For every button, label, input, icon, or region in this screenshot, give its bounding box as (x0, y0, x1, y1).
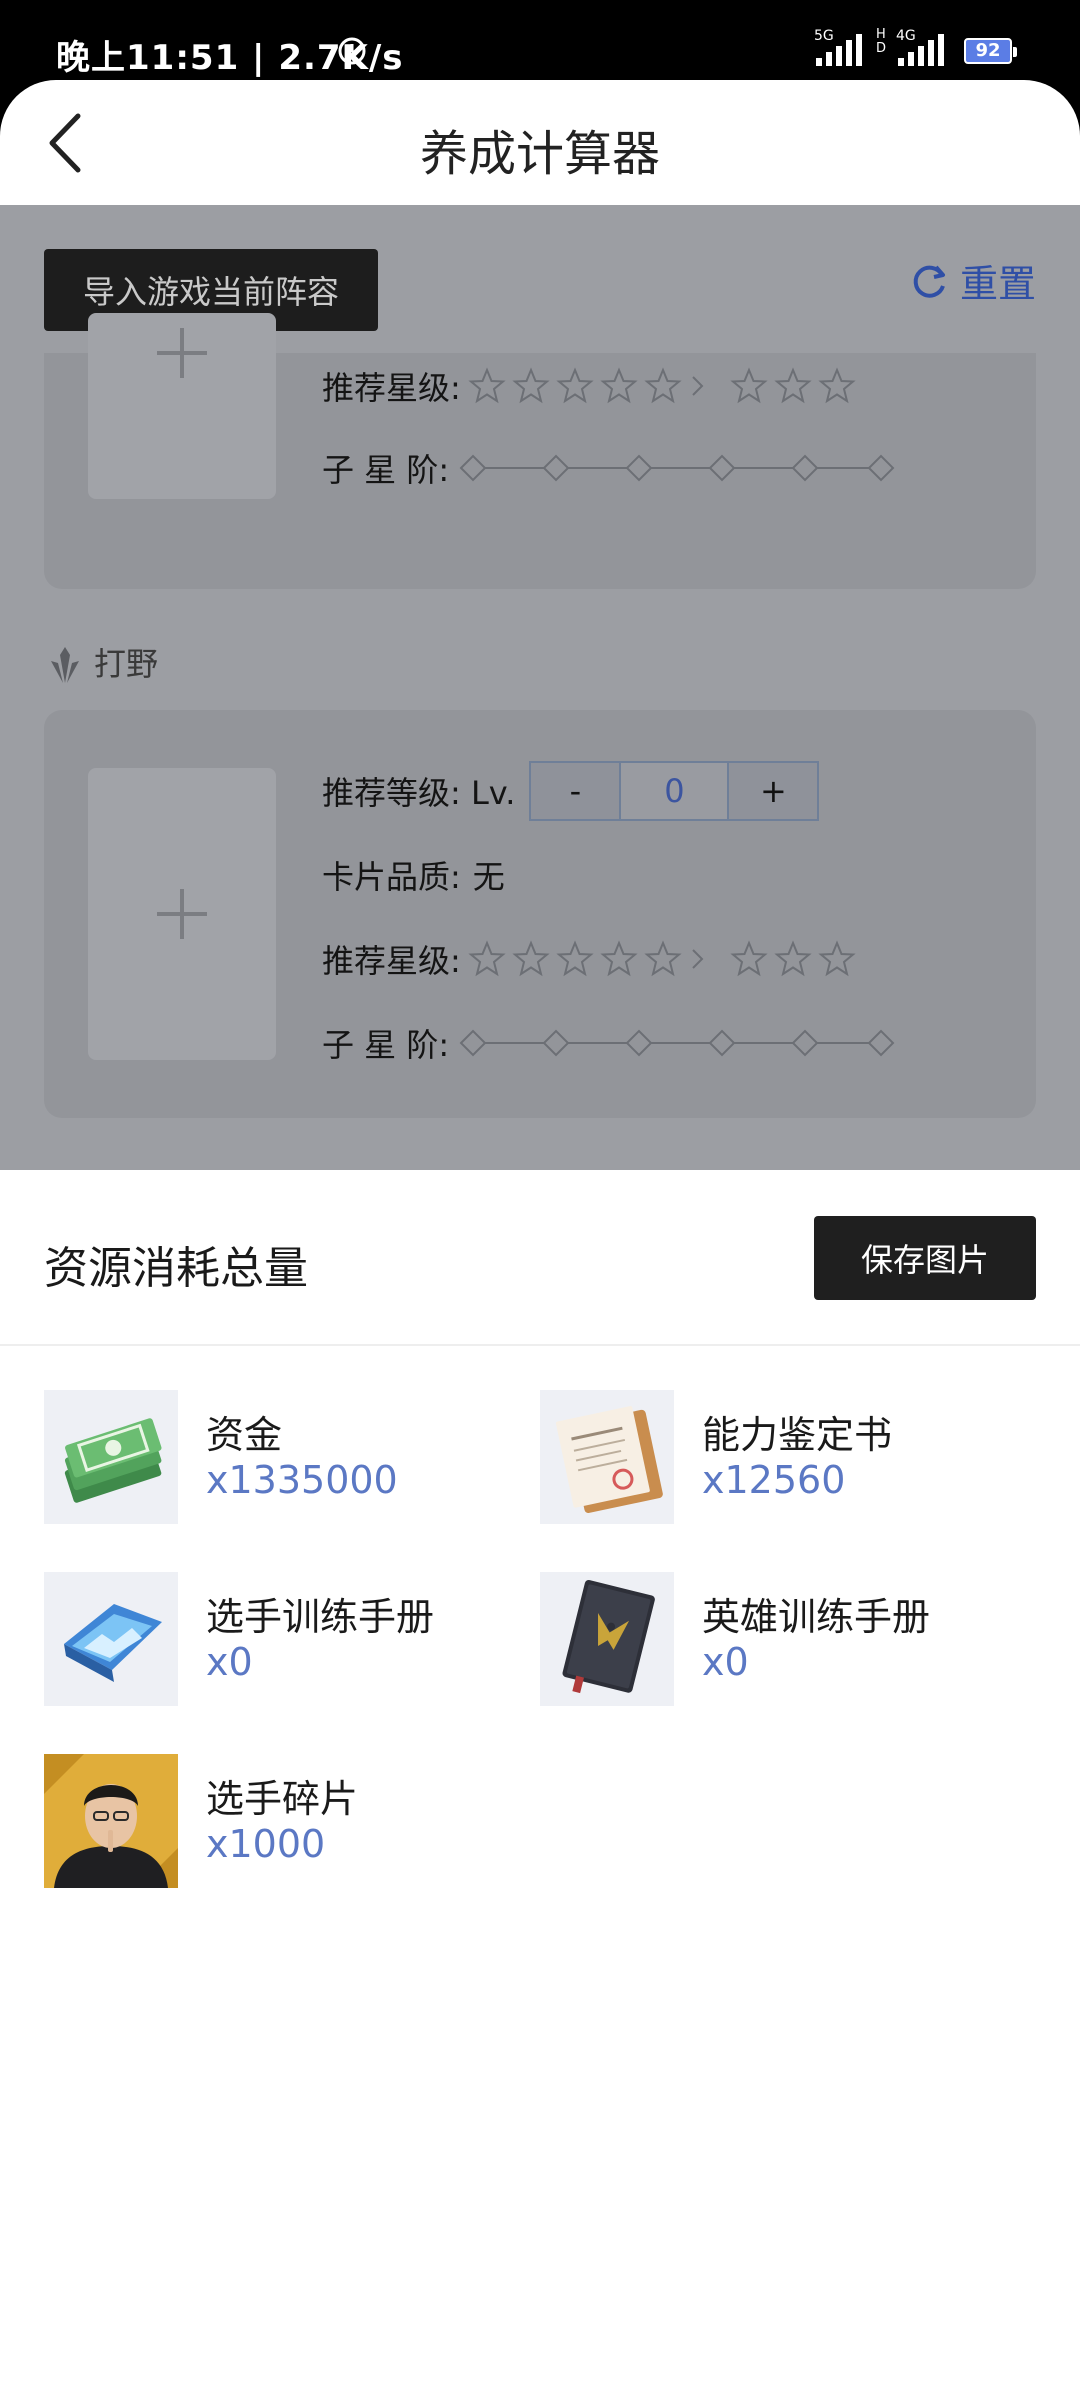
level-input[interactable]: 0 (621, 763, 728, 819)
resource-summary-sheet: 资源消耗总量 保存图片 资金 x1335000 能力鉴定书 x12560 选手训… (0, 1170, 1080, 2400)
chevron-right-icon (692, 376, 704, 396)
resource-item: 资金 x1335000 (44, 1390, 524, 1524)
sub-star-diamond-chain[interactable] (457, 1023, 897, 1063)
network-hd-label: HD (876, 27, 887, 56)
sub-star-diamond-chain[interactable] (457, 448, 897, 488)
resource-item: 选手碎片 x1000 (44, 1754, 524, 1888)
sub-star-label: 子 星 阶: (322, 1026, 450, 1064)
certificate-icon (540, 1390, 674, 1524)
star-row: 推荐星级: (322, 934, 861, 984)
calculator-area: 导入游戏当前阵容 重置 推荐星级: 子 星 阶: 打野 推荐等级: Lv. - … (0, 205, 1080, 1170)
sheet-title: 资源消耗总量 (44, 1243, 308, 1294)
resource-item: 选手训练手册 x0 (44, 1572, 524, 1706)
level-stepper: - 0 + (529, 761, 820, 821)
save-image-button[interactable]: 保存图片 (814, 1216, 1036, 1300)
resource-name: 选手训练手册 (206, 1595, 435, 1639)
level-row: 推荐等级: Lv. - 0 + (322, 761, 820, 821)
add-player-slot[interactable] (88, 313, 276, 499)
resource-item: 能力鉴定书 x12560 (540, 1390, 1020, 1524)
sub-star-row: 子 星 阶: (322, 1018, 897, 1068)
star-selector[interactable] (467, 366, 861, 406)
network-4g-label: 4G (896, 28, 916, 44)
network-5g-label: 5G (814, 28, 834, 44)
reset-label: 重置 (959, 262, 1036, 306)
star-icon[interactable] (555, 366, 595, 406)
star-icon[interactable] (817, 939, 857, 979)
star-icon[interactable] (773, 366, 813, 406)
refresh-icon (913, 265, 945, 298)
jungle-role-icon (51, 647, 79, 683)
resource-name: 资金 (206, 1413, 283, 1457)
star-icon[interactable] (511, 366, 551, 406)
star-icon[interactable] (773, 939, 813, 979)
page-title: 养成计算器 (419, 126, 660, 182)
quality-value[interactable]: 无 (473, 852, 505, 898)
resource-name: 选手碎片 (206, 1777, 359, 1821)
quality-label: 卡片品质: (322, 858, 461, 896)
player-shard-icon (44, 1754, 178, 1888)
star-icon[interactable] (511, 939, 551, 979)
quality-row: 卡片品质: 无 (322, 850, 505, 900)
resource-qty: x0 (702, 1640, 749, 1684)
star-label: 推荐星级: (322, 942, 461, 980)
level-label: 推荐等级: Lv. (322, 774, 516, 812)
sub-star-label: 子 星 阶: (322, 451, 450, 489)
plus-icon (157, 889, 207, 939)
star-icon[interactable] (467, 939, 507, 979)
alarm-icon (338, 37, 366, 65)
resource-qty: x1335000 (206, 1458, 398, 1502)
reset-button[interactable]: 重置 (910, 253, 1036, 308)
player-manual-icon (44, 1572, 178, 1706)
section-jungle-label: 打野 (94, 645, 159, 683)
plus-icon (157, 328, 207, 378)
battery-icon: 92 (964, 38, 1017, 64)
chevron-right-icon (692, 949, 704, 969)
section-jungle: 打野 (48, 645, 158, 685)
star-icon[interactable] (643, 366, 683, 406)
star-icon[interactable] (599, 366, 639, 406)
star-icon[interactable] (729, 366, 769, 406)
star-selector[interactable] (467, 939, 861, 979)
player-card-jungle: 推荐等级: Lv. - 0 + 卡片品质: 无 推荐星级: 子 星 阶: (44, 710, 1036, 1118)
resource-name: 能力鉴定书 (702, 1413, 893, 1457)
star-icon[interactable] (729, 939, 769, 979)
level-plus-button[interactable]: + (727, 763, 818, 819)
resource-name: 英雄训练手册 (702, 1595, 931, 1639)
star-icon[interactable] (467, 366, 507, 406)
money-icon (44, 1390, 178, 1524)
level-minus-button[interactable]: - (531, 763, 622, 819)
resource-item: 英雄训练手册 x0 (540, 1572, 1020, 1706)
star-icon[interactable] (599, 939, 639, 979)
divider (0, 1344, 1080, 1346)
app-header: 养成计算器 (0, 80, 1080, 205)
resource-qty: x1000 (206, 1822, 326, 1866)
star-row: 推荐星级: (322, 361, 861, 411)
player-card-top: 推荐星级: 子 星 阶: (44, 313, 1036, 589)
hero-manual-icon (540, 1572, 674, 1706)
signal-4g-icon: 4G (896, 28, 948, 74)
resource-qty: x0 (206, 1640, 253, 1684)
star-icon[interactable] (817, 366, 857, 406)
resource-qty: x12560 (702, 1458, 846, 1502)
star-label: 推荐星级: (322, 369, 461, 407)
sub-star-row: 子 星 阶: (322, 443, 897, 493)
status-bar: 晚上11:51 | 2.7K/s 5G HD 4G 92 (0, 0, 1080, 80)
star-icon[interactable] (555, 939, 595, 979)
add-player-slot[interactable] (88, 768, 276, 1060)
star-icon[interactable] (643, 939, 683, 979)
signal-5g-icon: 5G (814, 28, 866, 74)
